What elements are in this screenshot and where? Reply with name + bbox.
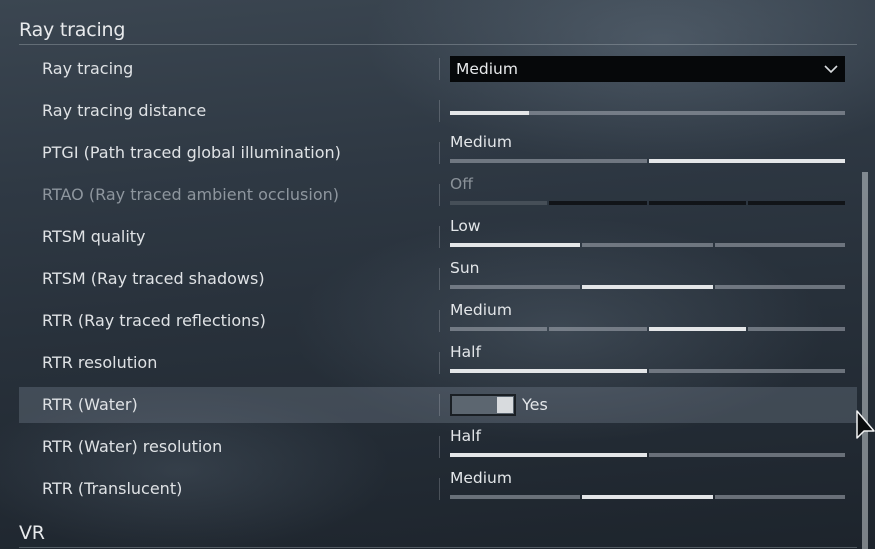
slider-segment[interactable] — [648, 159, 845, 163]
slider-segment[interactable] — [714, 243, 845, 247]
row-divider — [439, 436, 440, 458]
mouse-pointer-icon — [856, 410, 875, 439]
setting-row-rtr-resolution[interactable]: RTR resolution Half — [19, 343, 857, 381]
rtr-translucent-slider[interactable] — [450, 495, 845, 499]
slider-segment[interactable] — [450, 243, 581, 247]
slider-segment[interactable] — [747, 327, 845, 331]
setting-value: Medium — [450, 469, 512, 487]
ray-tracing-dropdown[interactable]: Medium — [450, 56, 845, 82]
scrollbar[interactable] — [862, 0, 875, 549]
rtr-water-toggle[interactable] — [450, 394, 516, 416]
setting-value: Half — [450, 427, 481, 445]
section-divider — [19, 44, 857, 45]
setting-row-rtr[interactable]: RTR (Ray traced reflections) Medium — [19, 301, 857, 339]
setting-label: RTR resolution — [42, 353, 158, 372]
row-divider — [439, 184, 440, 206]
rtr-slider[interactable] — [450, 327, 845, 331]
slider-segment[interactable] — [582, 285, 713, 289]
settings-panel: Ray tracing Ray tracing Medium Ray traci… — [0, 0, 862, 549]
slider-segment[interactable] — [582, 243, 713, 247]
dropdown-value: Medium — [456, 60, 518, 78]
scrollbar-thumb[interactable] — [862, 172, 868, 549]
setting-row-ray-tracing-distance[interactable]: Ray tracing distance — [19, 93, 857, 129]
section-title: Ray tracing — [19, 19, 126, 41]
slider-segment[interactable] — [450, 369, 647, 373]
setting-row-rtr-water-resolution[interactable]: RTR (Water) resolution Half — [19, 427, 857, 465]
slider-segment — [648, 201, 746, 205]
setting-value: Medium — [450, 133, 512, 151]
row-divider — [439, 352, 440, 374]
ray-tracing-distance-slider[interactable] — [450, 111, 845, 115]
slider-segment[interactable] — [648, 453, 845, 457]
toggle-value: Yes — [522, 395, 548, 414]
rtr-water-resolution-slider[interactable] — [450, 453, 845, 457]
row-divider — [439, 268, 440, 290]
slider-segment[interactable] — [450, 327, 548, 331]
setting-row-ptgi[interactable]: PTGI (Path traced global illumination) M… — [19, 133, 857, 171]
setting-value: Off — [450, 175, 473, 193]
setting-label: PTGI (Path traced global illumination) — [42, 143, 341, 162]
section-title: VR — [19, 522, 45, 544]
row-divider — [439, 100, 440, 122]
section-header-ray-tracing: Ray tracing — [19, 15, 857, 45]
setting-value: Low — [450, 217, 481, 235]
setting-label: Ray tracing distance — [42, 101, 207, 120]
rtsm-quality-slider[interactable] — [450, 243, 845, 247]
setting-row-rtr-water[interactable]: RTR (Water) Yes — [19, 387, 857, 423]
slider-segment[interactable] — [648, 369, 845, 373]
row-divider — [439, 142, 440, 164]
row-divider — [439, 310, 440, 332]
toggle-knob[interactable] — [497, 397, 513, 413]
setting-label: RTSM (Ray traced shadows) — [42, 269, 265, 288]
setting-row-rtr-translucent[interactable]: RTR (Translucent) Medium — [19, 469, 857, 507]
slider-segment[interactable] — [450, 159, 647, 163]
setting-label: RTR (Water) — [42, 395, 138, 414]
setting-row-rtao: RTAO (Ray traced ambient occlusion) Off — [19, 175, 857, 213]
setting-value: Medium — [450, 301, 512, 319]
slider-segment[interactable] — [450, 285, 581, 289]
row-divider — [439, 478, 440, 500]
slider-segment[interactable] — [714, 285, 845, 289]
row-divider — [439, 226, 440, 248]
slider-segment[interactable] — [450, 453, 647, 457]
ptgi-slider[interactable] — [450, 159, 845, 163]
setting-label: RTAO (Ray traced ambient occlusion) — [42, 185, 339, 204]
slider-segment[interactable] — [582, 495, 713, 499]
slider-segment — [549, 201, 647, 205]
slider-segment[interactable] — [714, 495, 845, 499]
slider-segment[interactable] — [450, 495, 581, 499]
setting-label: RTR (Water) resolution — [42, 437, 223, 456]
slider-fill — [450, 111, 529, 115]
slider-segment — [450, 201, 548, 205]
setting-row-rtsm-quality[interactable]: RTSM quality Low — [19, 217, 857, 255]
setting-value: Sun — [450, 259, 480, 277]
slider-segment[interactable] — [549, 327, 647, 331]
setting-label: RTSM quality — [42, 227, 146, 246]
setting-row-rtsm-shadows[interactable]: RTSM (Ray traced shadows) Sun — [19, 259, 857, 297]
chevron-down-icon — [824, 65, 838, 74]
rtao-slider — [450, 201, 845, 205]
section-divider — [19, 547, 857, 548]
setting-row-ray-tracing[interactable]: Ray tracing Medium — [19, 51, 857, 87]
setting-label: RTR (Ray traced reflections) — [42, 311, 266, 330]
setting-label: RTR (Translucent) — [42, 479, 183, 498]
rtsm-shadows-slider[interactable] — [450, 285, 845, 289]
slider-segment[interactable] — [648, 327, 746, 331]
section-header-vr: VR — [19, 518, 857, 548]
setting-label: Ray tracing — [42, 59, 134, 78]
row-divider — [439, 58, 440, 80]
rtr-resolution-slider[interactable] — [450, 369, 845, 373]
slider-segment — [747, 201, 845, 205]
setting-value: Half — [450, 343, 481, 361]
row-divider — [439, 394, 440, 416]
